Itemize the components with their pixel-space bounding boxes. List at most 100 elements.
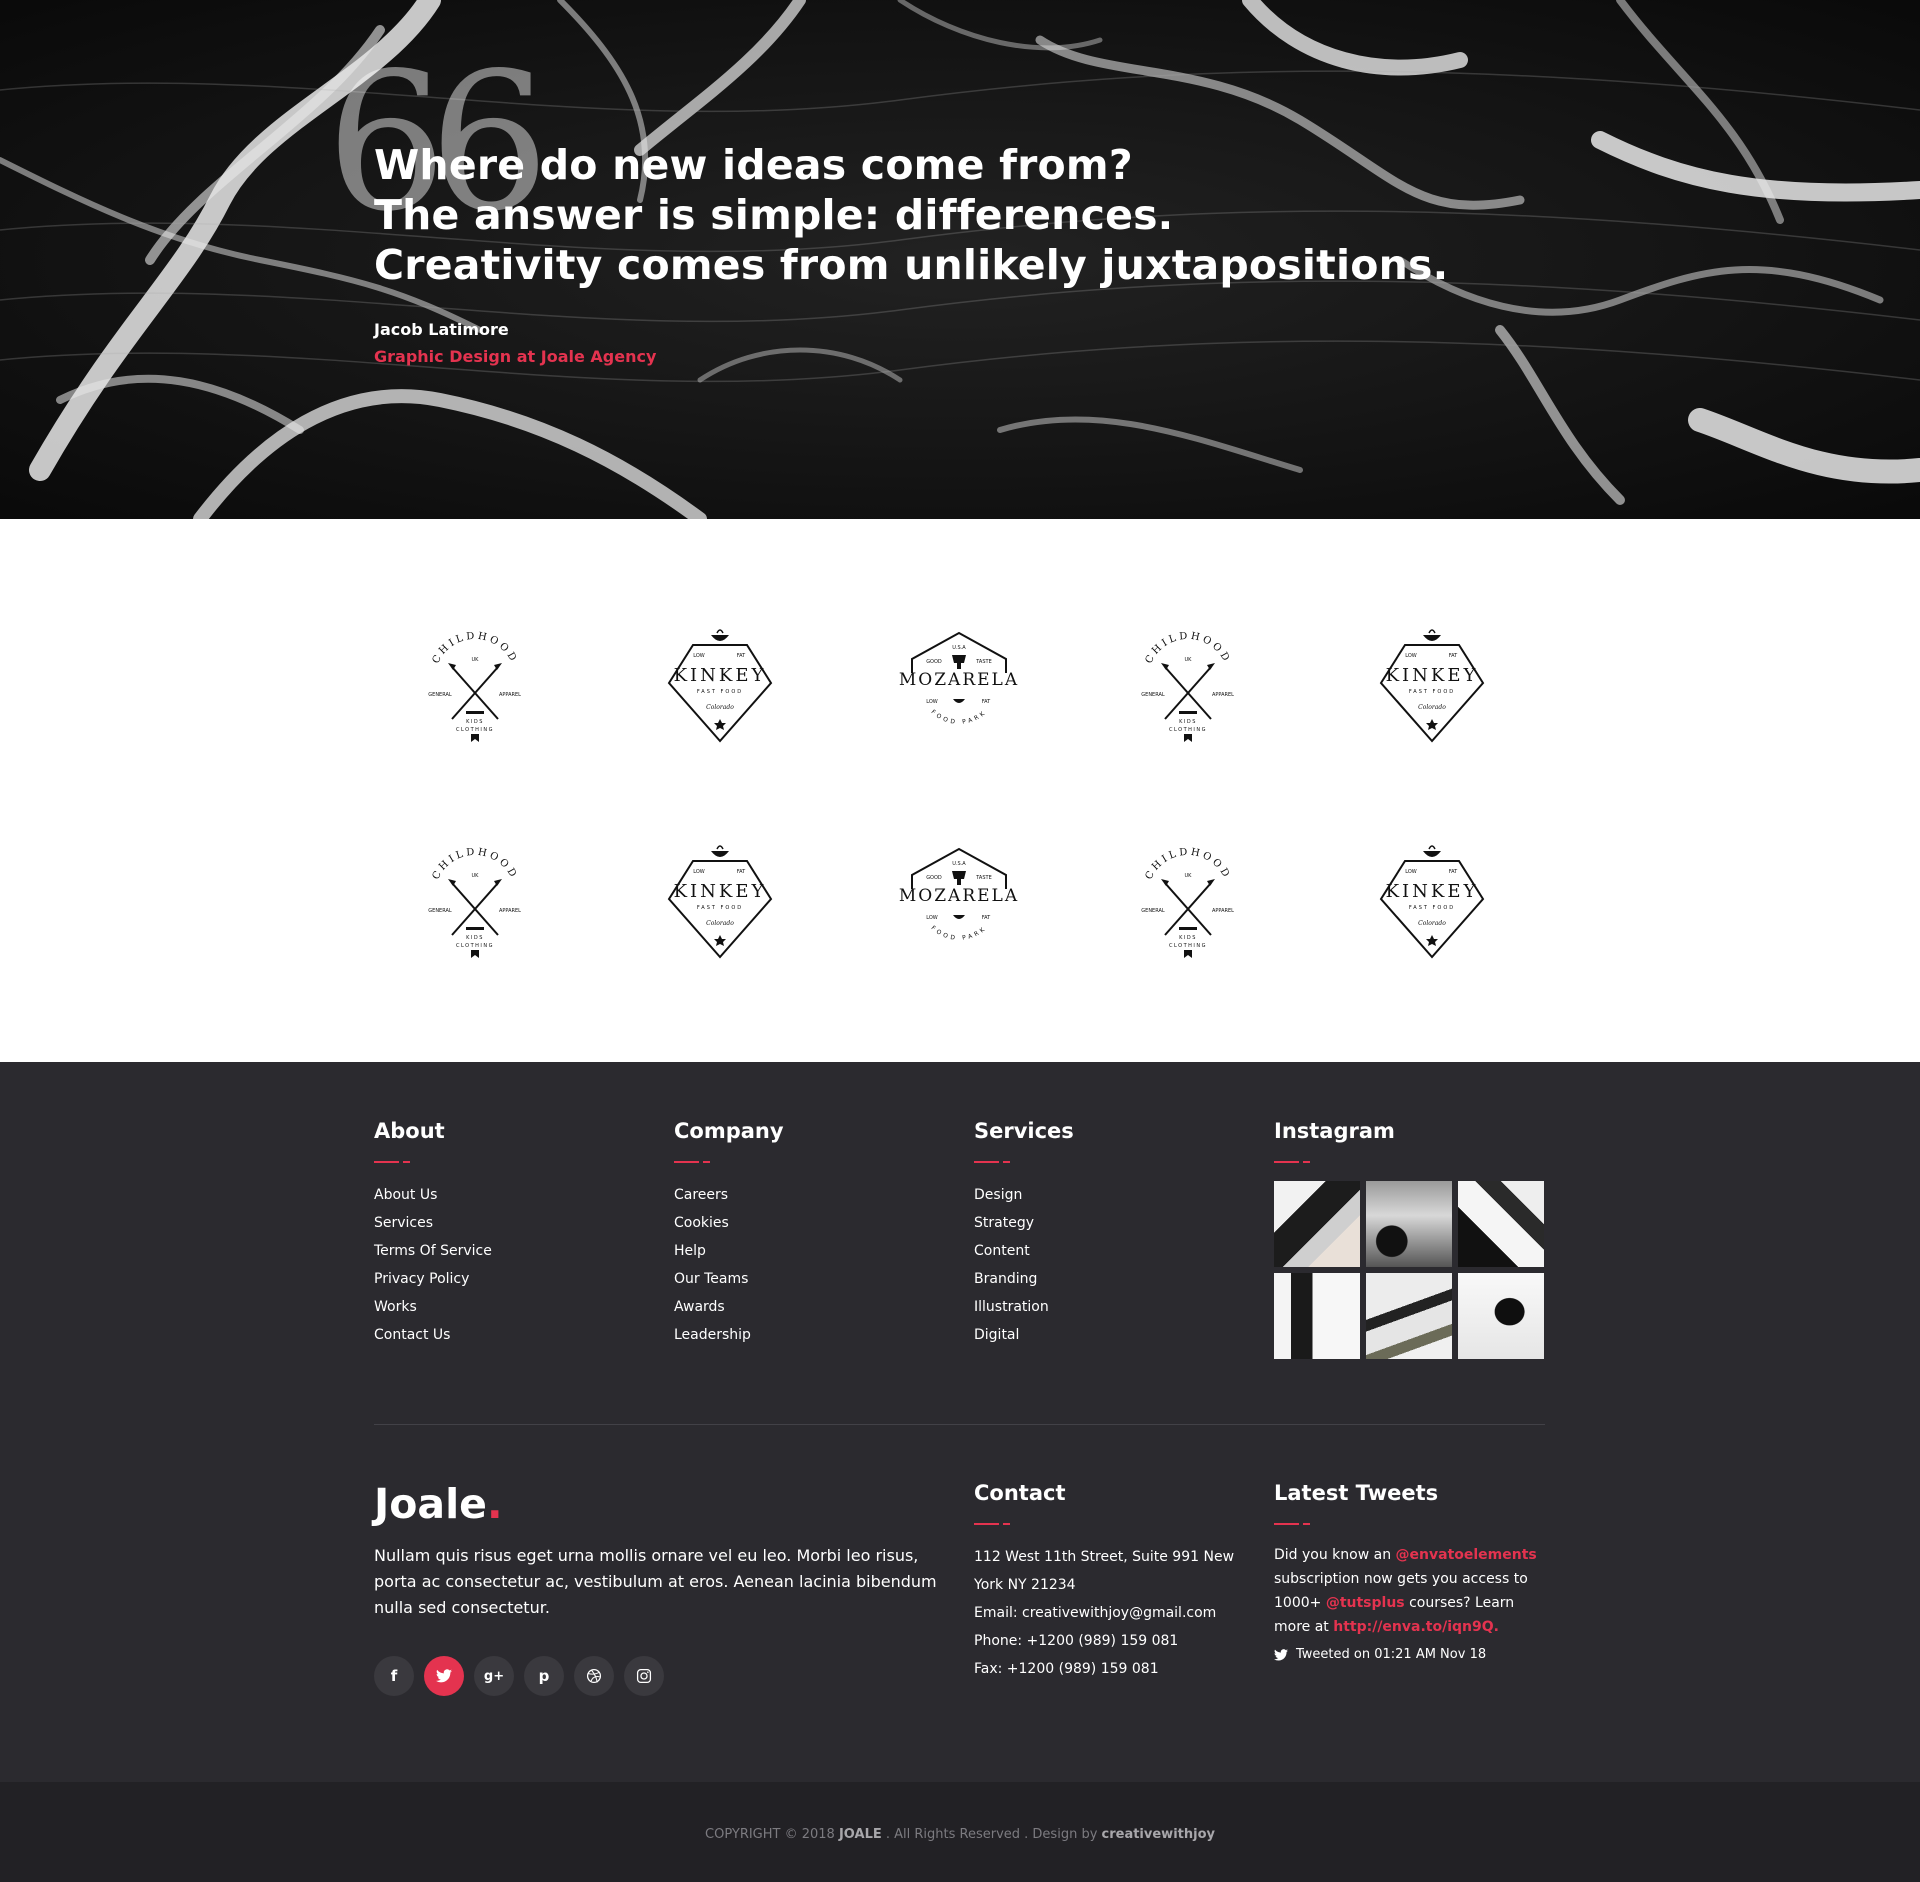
svg-text:KIDS: KIDS xyxy=(466,935,484,941)
mozarela-logo[interactable]: U.S.A GOOD TASTE MOZARELA LOW FAT FOOD P… xyxy=(894,835,1024,965)
footer-link-leadership[interactable]: Leadership xyxy=(674,1321,784,1349)
contact-phone[interactable]: Phone: +1200 (989) 159 081 xyxy=(974,1627,1254,1655)
contact-fax: Fax: +1200 (989) 159 081 xyxy=(974,1661,1159,1677)
svg-text:KINKEY: KINKEY xyxy=(674,881,767,902)
copyright-text: COPYRIGHT © 2018 JOALE . All Rights Rese… xyxy=(0,1827,1920,1842)
childhood-logo-image: CHILDHOOD UK GENERAL APPAREL KIDS CLOTHI… xyxy=(428,847,521,958)
tweet-mention-tutsplus[interactable]: @tutsplus xyxy=(1326,1595,1405,1611)
instagram-photo[interactable] xyxy=(1366,1181,1452,1267)
tweet-mention-envatoelements[interactable]: @envatoelements xyxy=(1396,1547,1537,1563)
footer-col-title: Company xyxy=(674,1119,784,1143)
instagram-icon[interactable] xyxy=(624,1656,664,1696)
footer-link-content[interactable]: Content xyxy=(974,1237,1074,1265)
footer-link-works[interactable]: Works xyxy=(374,1293,492,1321)
svg-text:FOOD PARK: FOOD PARK xyxy=(930,709,989,726)
svg-text:Colorado: Colorado xyxy=(706,920,734,927)
footer-link-services[interactable]: Services xyxy=(374,1209,492,1237)
svg-text:APPAREL: APPAREL xyxy=(499,908,521,914)
footer-link-terms[interactable]: Terms Of Service xyxy=(374,1237,492,1265)
footer-col-company: Company Careers Cookies Help Our Teams A… xyxy=(674,1119,784,1349)
footer-links: Careers Cookies Help Our Teams Awards Le… xyxy=(674,1181,784,1349)
title-underline xyxy=(1274,1523,1310,1525)
footer-link-cookies[interactable]: Cookies xyxy=(674,1209,784,1237)
tweet-meta: Tweeted on 01:21 AM Nov 18 xyxy=(1274,1647,1546,1662)
svg-text:Colorado: Colorado xyxy=(706,704,734,711)
tweet-text: Did you know an @envatoelements subscrip… xyxy=(1274,1543,1546,1639)
footer-link-awards[interactable]: Awards xyxy=(674,1293,784,1321)
footer-links: Design Strategy Content Branding Illustr… xyxy=(974,1181,1074,1349)
pinterest-icon[interactable]: p xyxy=(524,1656,564,1696)
kinkey-logo-image: LOW FAT KINKEY FAST FOOD Colorado xyxy=(667,629,773,743)
dribbble-icon[interactable] xyxy=(574,1656,614,1696)
svg-text:LOW: LOW xyxy=(926,699,938,705)
footer-about-text: Nullam quis risus eget urna mollis ornar… xyxy=(374,1546,937,1617)
instagram-photo[interactable] xyxy=(1458,1273,1544,1359)
svg-text:UK: UK xyxy=(472,873,480,879)
quote-author-role: Graphic Design at Joale Agency xyxy=(374,347,657,366)
mozarela-logo[interactable]: U.S.A GOOD TASTE MOZARELA LOW FAT FOOD P… xyxy=(894,619,1024,749)
footer-link-privacy[interactable]: Privacy Policy xyxy=(374,1265,492,1293)
svg-text:FAT: FAT xyxy=(1449,869,1458,875)
instagram-photo[interactable] xyxy=(1274,1181,1360,1267)
kinkey-logo[interactable]: LOW FAT KINKEY FAST FOOD Colorado xyxy=(655,619,785,749)
footer-col-title: Instagram xyxy=(1274,1119,1395,1143)
testimonial-hero: 66 Where do new ideas come from? The ans… xyxy=(0,0,1920,519)
footer-link-design[interactable]: Design xyxy=(974,1181,1074,1209)
instagram-grid xyxy=(1274,1181,1544,1359)
title-underline xyxy=(974,1161,1010,1163)
footer-link-about-us[interactable]: About Us xyxy=(374,1181,492,1209)
childhood-logo-image: CHILDHOOD UK GENERAL APPAREL KIDS CLOTHI… xyxy=(1141,631,1234,742)
tweet-link[interactable]: http://enva.to/iqn9Q. xyxy=(1333,1619,1499,1635)
site-footer: About About Us Services Terms Of Service… xyxy=(0,1062,1920,1882)
footer-link-branding[interactable]: Branding xyxy=(974,1265,1074,1293)
childhood-logo[interactable]: CHILDHOOD UK GENERAL APPAREL KIDS CLOTHI… xyxy=(410,835,540,965)
svg-text:KIDS: KIDS xyxy=(1179,935,1197,941)
svg-text:GOOD: GOOD xyxy=(926,659,942,665)
twitter-icon[interactable] xyxy=(424,1656,464,1696)
google-plus-icon[interactable]: g+ xyxy=(474,1656,514,1696)
footer-link-strategy[interactable]: Strategy xyxy=(974,1209,1074,1237)
quote-line: The answer is simple: differences. xyxy=(374,191,1174,239)
copyright-brand[interactable]: JOALE xyxy=(839,1827,882,1842)
footer-link-illustration[interactable]: Illustration xyxy=(974,1293,1074,1321)
kinkey-logo[interactable]: LOW FAT KINKEY FAST FOOD Colorado xyxy=(1367,619,1497,749)
title-underline xyxy=(674,1161,710,1163)
childhood-logo[interactable]: CHILDHOOD UK GENERAL APPAREL KIDS CLOTHI… xyxy=(410,619,540,749)
kinkey-logo[interactable]: LOW FAT KINKEY FAST FOOD Colorado xyxy=(1367,835,1497,965)
svg-text:FAT: FAT xyxy=(737,869,746,875)
svg-text:MOZARELA: MOZARELA xyxy=(899,670,1019,690)
mozarela-logo-image: U.S.A GOOD TASTE MOZARELA LOW FAT FOOD P… xyxy=(899,631,1019,726)
footer-logo[interactable]: Joale. xyxy=(374,1480,503,1528)
childhood-logo[interactable]: CHILDHOOD UK GENERAL APPAREL KIDS CLOTHI… xyxy=(1123,835,1253,965)
copyright-designer[interactable]: creativewithjoy xyxy=(1102,1827,1215,1842)
kinkey-logo[interactable]: LOW FAT KINKEY FAST FOOD Colorado xyxy=(655,835,785,965)
instagram-photo[interactable] xyxy=(1274,1273,1360,1359)
svg-text:CLOTHING: CLOTHING xyxy=(456,727,494,733)
svg-text:KINKEY: KINKEY xyxy=(674,665,767,686)
footer-link-contact-us[interactable]: Contact Us xyxy=(374,1321,492,1349)
svg-text:GENERAL: GENERAL xyxy=(428,692,452,698)
contact-email[interactable]: Email: creativewithjoy@gmail.com xyxy=(974,1599,1254,1627)
footer-col-title: Contact xyxy=(974,1481,1066,1505)
svg-text:FAT: FAT xyxy=(982,915,991,921)
svg-text:UK: UK xyxy=(472,657,480,663)
svg-text:GENERAL: GENERAL xyxy=(428,908,452,914)
childhood-logo-image: CHILDHOOD UK GENERAL APPAREL KIDS CLOTHI… xyxy=(1141,847,1234,958)
footer-col-title: Services xyxy=(974,1119,1074,1143)
svg-text:CLOTHING: CLOTHING xyxy=(456,943,494,949)
svg-text:FAST FOOD: FAST FOOD xyxy=(697,905,743,911)
facebook-icon[interactable]: f xyxy=(374,1656,414,1696)
brand-name: Joale xyxy=(374,1480,487,1528)
childhood-logo[interactable]: CHILDHOOD UK GENERAL APPAREL KIDS CLOTHI… xyxy=(1123,619,1253,749)
footer-col-title: Latest Tweets xyxy=(1274,1481,1439,1505)
footer-link-digital[interactable]: Digital xyxy=(974,1321,1074,1349)
footer-link-our-teams[interactable]: Our Teams xyxy=(674,1265,784,1293)
footer-link-help[interactable]: Help xyxy=(674,1237,784,1265)
svg-text:Colorado: Colorado xyxy=(1418,920,1446,927)
twitter-icon xyxy=(1274,1648,1288,1661)
svg-text:FOOD PARK: FOOD PARK xyxy=(930,925,989,942)
footer-link-careers[interactable]: Careers xyxy=(674,1181,784,1209)
instagram-photo[interactable] xyxy=(1366,1273,1452,1359)
instagram-photo[interactable] xyxy=(1458,1181,1544,1267)
svg-text:UK: UK xyxy=(1185,873,1193,879)
